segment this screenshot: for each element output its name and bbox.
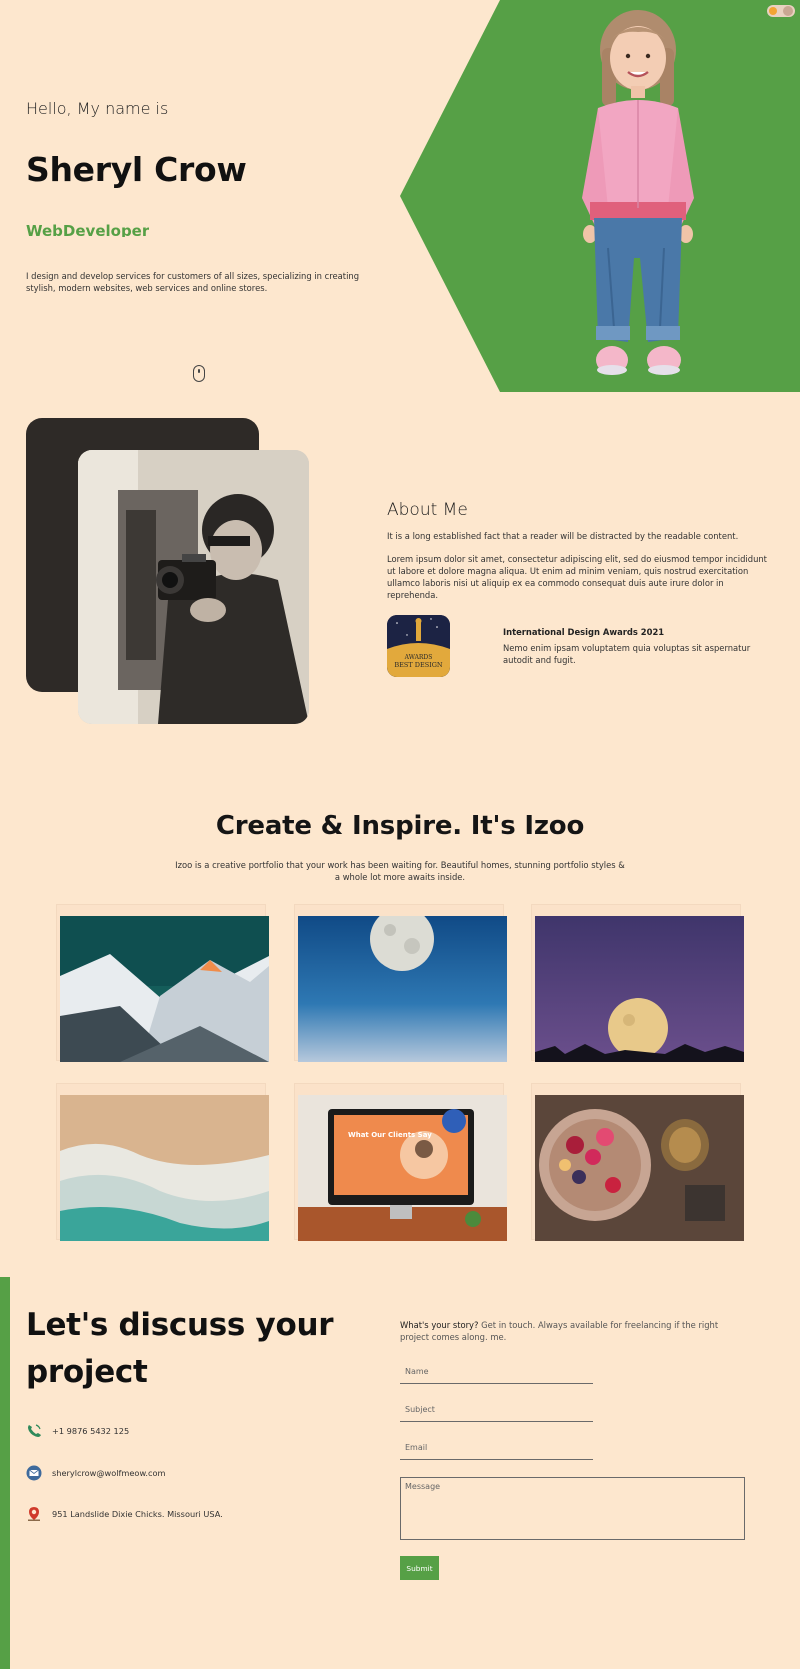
toggle-knob [783, 6, 793, 16]
email-address: sherylcrow@wolfmeow.com [52, 1468, 166, 1478]
contact-title: Let's discuss your project [26, 1307, 334, 1390]
submit-button[interactable]: Submit [400, 1556, 439, 1580]
hero-name: Sheryl Crow [26, 150, 247, 189]
location-pin-icon [26, 1506, 42, 1522]
portfolio-description: Izoo is a creative portfolio that your w… [175, 860, 625, 882]
sun-icon [769, 7, 777, 15]
scroll-mouse-icon[interactable] [193, 365, 205, 382]
portfolio-item-moon-blue[interactable] [294, 904, 507, 1062]
theme-toggle[interactable] [767, 5, 795, 17]
badge-line2: BEST DESIGN [394, 661, 443, 669]
screen-text: What Our Clients Say [348, 1131, 432, 1139]
phone-icon [26, 1423, 42, 1439]
award-title: International Design Awards 2021 [503, 627, 665, 637]
contact-address[interactable]: 951 Landslide Dixie Chicks. Missouri USA… [26, 1505, 223, 1523]
address-text: 951 Landslide Dixie Chicks. Missouri USA… [52, 1509, 223, 1519]
badge-line1: AWARDS [404, 654, 433, 661]
contact-story: What's your story? Get in touch. Always … [400, 1319, 745, 1343]
subject-field[interactable] [400, 1398, 593, 1422]
about-photo [78, 450, 309, 724]
hero-section: Hello, My name is Sheryl Crow WebDevelop… [0, 0, 800, 392]
contact-email[interactable]: sherylcrow@wolfmeow.com [26, 1464, 165, 1482]
portfolio-item-fruit[interactable] [531, 1083, 744, 1241]
hero-description: I design and develop services for custom… [26, 271, 360, 293]
story-lead: What's your story? [400, 1320, 479, 1330]
award-badge: AWARDS BEST DESIGN [387, 615, 450, 677]
name-field[interactable] [400, 1360, 593, 1384]
hero-role: WebDeveloper [26, 222, 150, 237]
portfolio-item-desk[interactable]: What Our Clients Say [294, 1083, 507, 1241]
phone-number: +1 9876 5432 125 [52, 1426, 130, 1436]
about-body: Lorem ipsum dolor sit amet, consectetur … [387, 554, 767, 600]
about-lead: It is a long established fact that a rea… [387, 531, 739, 541]
contact-accent-bar [0, 1277, 10, 1669]
award-text: Nemo enim ipsam voluptatem quia voluptas… [503, 643, 751, 665]
about-title: About Me [387, 500, 468, 520]
portfolio-title: Create & Inspire. It's Izoo [215, 811, 585, 841]
portfolio-item-ocean[interactable] [56, 1083, 269, 1241]
portfolio-item-mountains[interactable] [56, 904, 269, 1062]
hero-portrait [568, 8, 708, 386]
hero-greeting: Hello, My name is [26, 99, 169, 118]
mail-icon [26, 1465, 42, 1481]
email-field[interactable] [400, 1436, 593, 1460]
portfolio-item-moon-purple[interactable] [531, 904, 744, 1062]
contact-phone[interactable]: +1 9876 5432 125 [26, 1422, 129, 1440]
message-field[interactable] [400, 1477, 745, 1540]
